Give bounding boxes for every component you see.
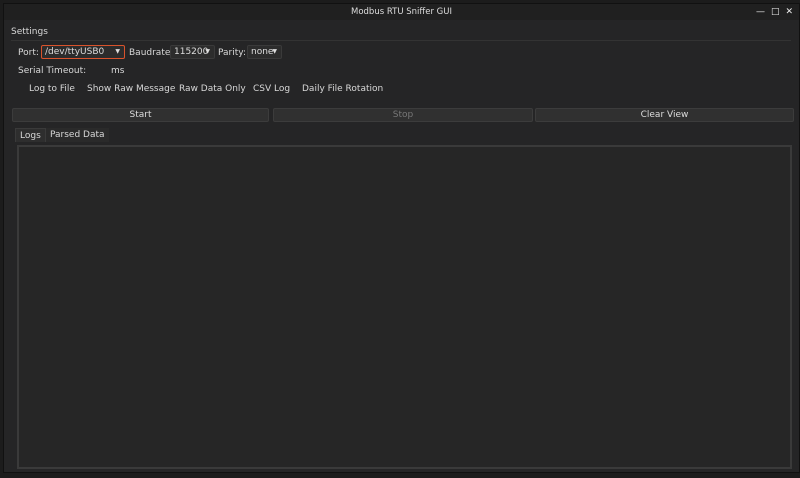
raw-data-only-checkbox[interactable]: Raw Data Only (179, 84, 246, 94)
log-output-area[interactable] (17, 145, 792, 469)
port-label: Port: (18, 48, 39, 58)
clear-view-button[interactable]: Clear View (535, 108, 794, 122)
baudrate-value: 115200 (174, 47, 209, 57)
settings-divider (11, 40, 791, 41)
daily-file-rotation-checkbox[interactable]: Daily File Rotation (302, 84, 383, 94)
window-title: Modbus RTU Sniffer GUI (351, 7, 452, 17)
port-combo[interactable]: /dev/ttyUSB0 ▼ (41, 45, 125, 59)
timeout-unit: ms (111, 66, 125, 76)
timeout-label: Serial Timeout: (18, 66, 87, 76)
stop-button[interactable]: Stop (273, 108, 533, 122)
parity-value: none (251, 47, 274, 57)
tab-parsed-data[interactable]: Parsed Data (46, 128, 109, 142)
parity-combo[interactable]: none ▼ (247, 45, 282, 59)
baudrate-combo[interactable]: 115200 ▼ (170, 45, 215, 59)
csv-log-checkbox[interactable]: CSV Log (253, 84, 290, 94)
close-icon[interactable]: ✕ (785, 4, 793, 20)
baudrate-label: Baudrate: (129, 48, 174, 58)
maximize-icon[interactable]: □ (771, 4, 780, 20)
minimize-icon[interactable]: — (756, 4, 765, 20)
tab-logs[interactable]: Logs (15, 128, 46, 142)
port-value: /dev/ttyUSB0 (45, 47, 105, 57)
chevron-down-icon: ▼ (272, 48, 277, 55)
start-button[interactable]: Start (12, 108, 269, 122)
timeout-input[interactable] (81, 64, 109, 77)
chevron-down-icon: ▼ (205, 48, 210, 55)
settings-group-label: Settings (11, 27, 48, 37)
chevron-down-icon: ▼ (115, 48, 120, 55)
parity-label: Parity: (218, 48, 246, 58)
main-window: Modbus RTU Sniffer GUI — □ ✕ Settings Po… (3, 3, 800, 473)
log-to-file-checkbox[interactable]: Log to File (29, 84, 75, 94)
show-raw-message-checkbox[interactable]: Show Raw Message (87, 84, 175, 94)
title-bar: Modbus RTU Sniffer GUI — □ ✕ (4, 4, 799, 20)
